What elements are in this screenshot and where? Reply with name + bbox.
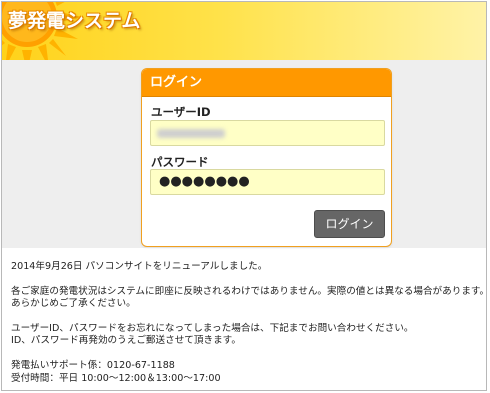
password-input[interactable]: ●●●●●●●●	[150, 169, 385, 195]
password-label: パスワード	[151, 155, 209, 169]
status-disclaimer-2: あらかじめご了承ください。	[11, 298, 136, 310]
login-button[interactable]: ログイン	[314, 210, 385, 238]
blurred-user-id-value	[157, 129, 225, 138]
site-logo[interactable]: 夢発電システム	[8, 6, 140, 33]
support-phone: 発電払いサポート係：0120-67-1188	[11, 359, 175, 371]
status-disclaimer: 各ご家庭の発電状況はシステムに即座に反映されるわけではありません。実際の値とは異…	[11, 285, 487, 297]
user-id-label: ユーザーID	[151, 105, 211, 119]
login-panel-title: ログイン	[142, 69, 391, 97]
user-id-input[interactable]	[150, 120, 385, 146]
reissue-text: ID、パスワード再発効のうえご郵送させて頂きます。	[11, 335, 241, 347]
password-mask: ●●●●●●●●	[159, 174, 250, 189]
page-frame: 夢発電システム ログイン ユーザーID パスワード ●●●●●●●● ログイン …	[1, 1, 487, 391]
support-hours: 受付時間：平日 10:00～12:00＆13:00～17:00	[11, 372, 221, 384]
renewal-notice: 2014年9月26日 パソコンサイトをリニューアルしました。	[11, 261, 268, 272]
notice-section: 2014年9月26日 パソコンサイトをリニューアルしました。 各ご家庭の発電状況…	[11, 261, 487, 385]
site-header: 夢発電システム	[2, 2, 486, 60]
forgot-credentials-text: ユーザーID、パスワードをお忘れになってしまった場合は、下記までお問い合わせくだ…	[11, 322, 414, 334]
login-panel: ログイン ユーザーID パスワード ●●●●●●●● ログイン	[141, 68, 392, 247]
